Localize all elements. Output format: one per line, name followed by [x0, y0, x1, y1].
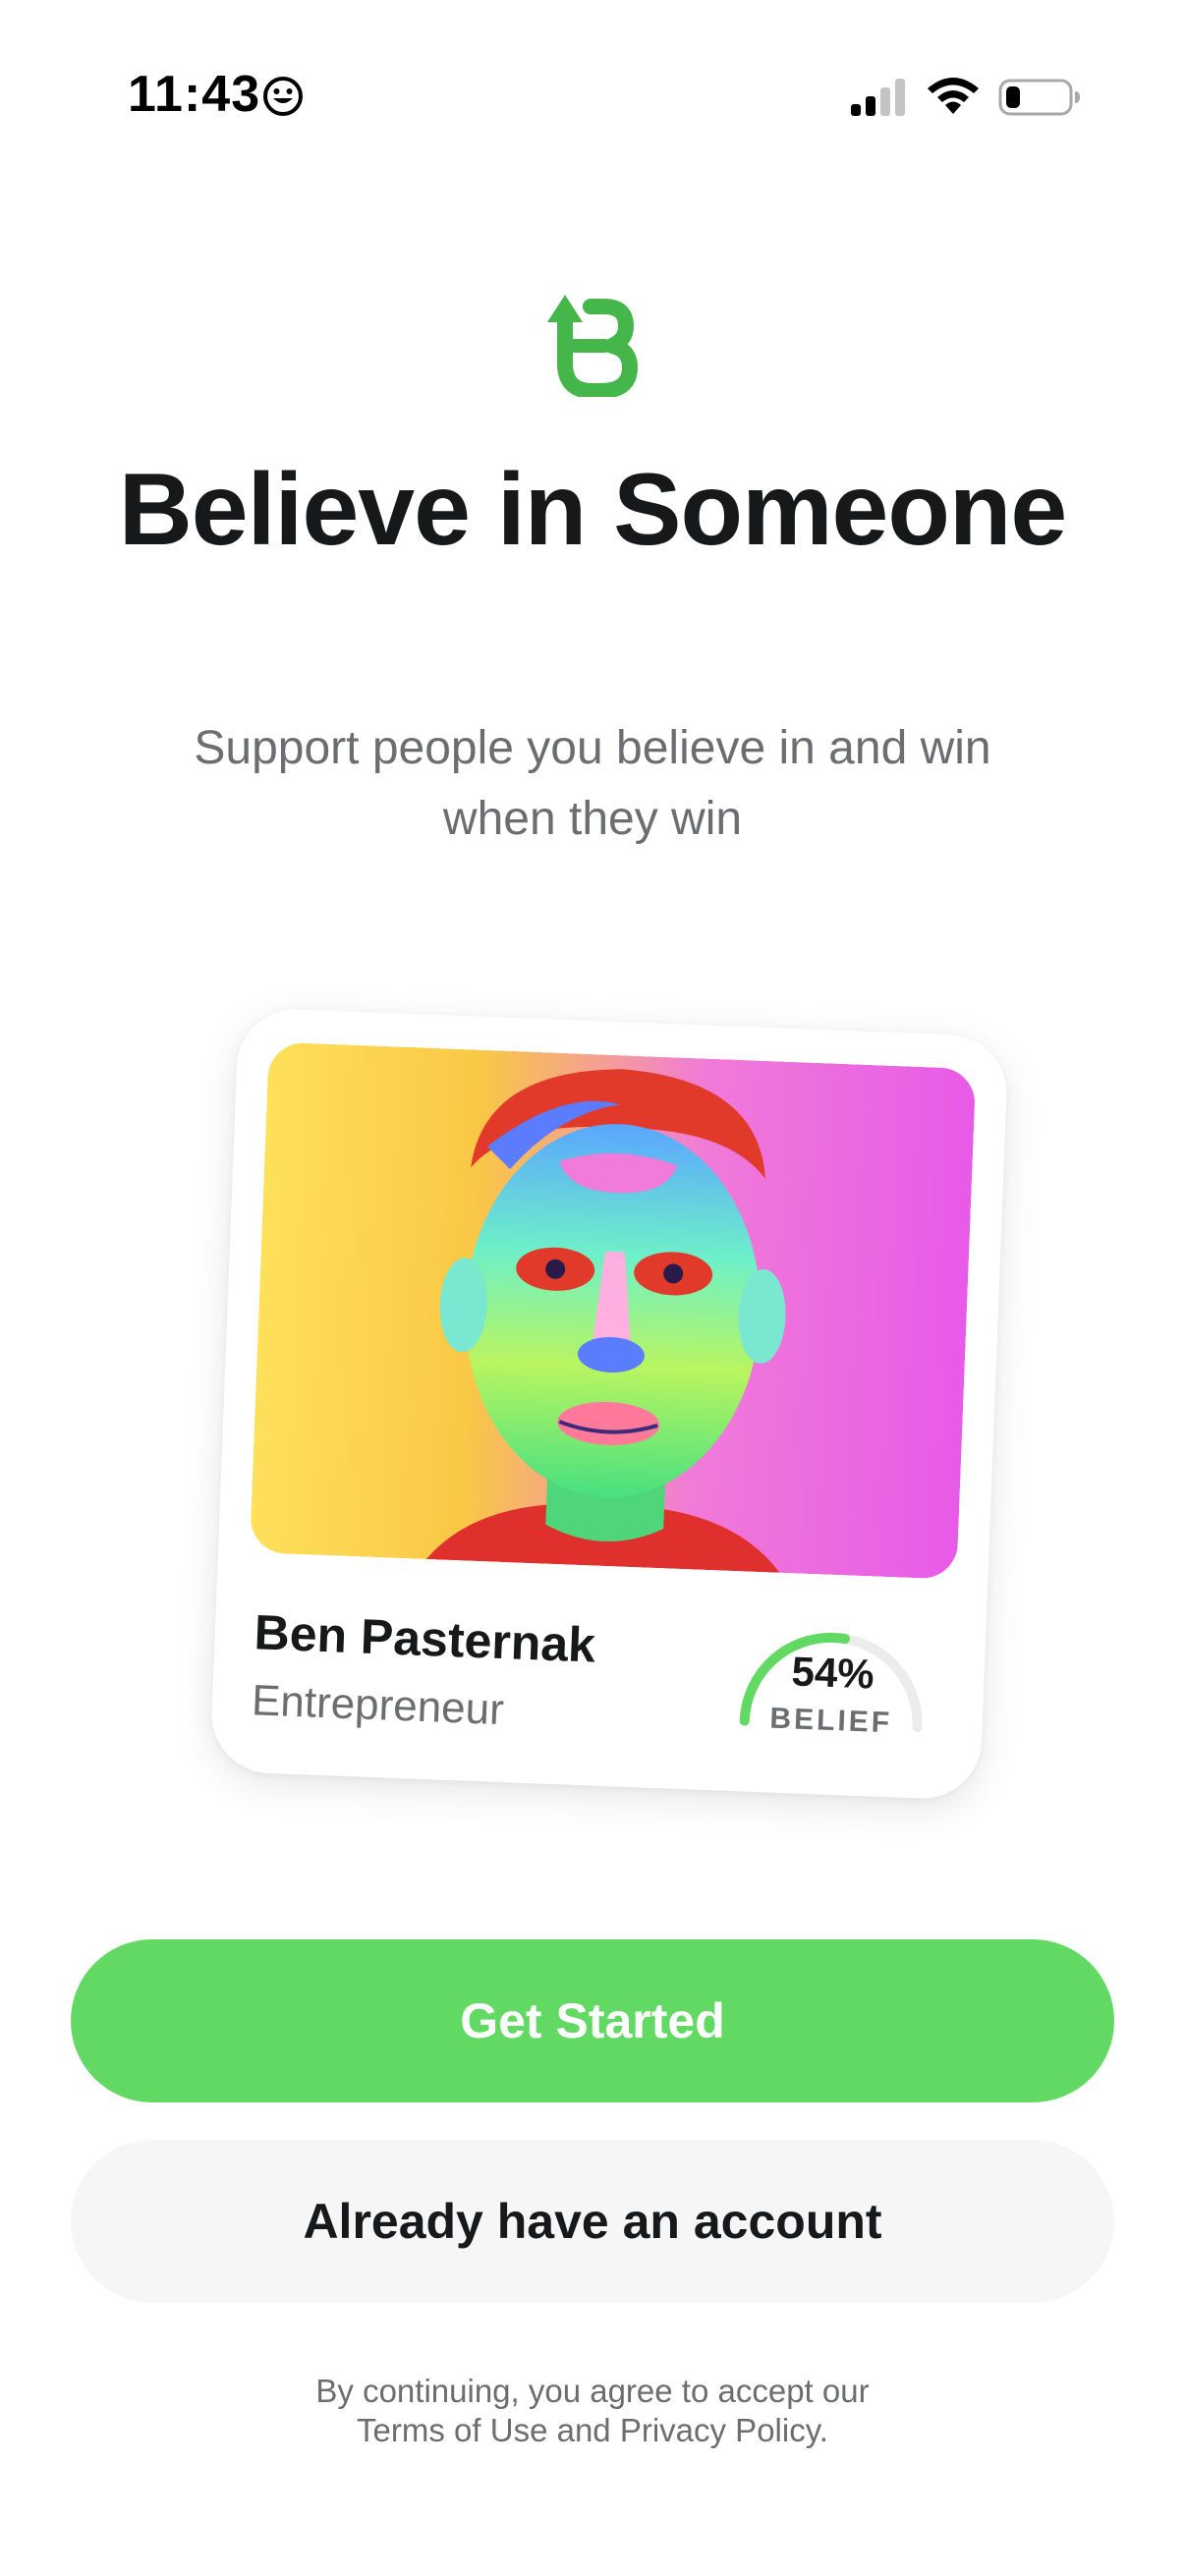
portrait-image	[249, 1041, 977, 1580]
get-started-button[interactable]: Get Started	[71, 1939, 1114, 2102]
sign-in-button[interactable]: Already have an account	[71, 2140, 1114, 2303]
believe-logo-icon	[547, 295, 638, 397]
profile-role: Entrepreneur	[251, 1676, 505, 1735]
page-title: Believe in Someone	[118, 453, 1068, 567]
smiley-icon	[263, 77, 303, 116]
legal-line-1: By continuing, you agree to accept our	[315, 2373, 870, 2409]
status-time: 11:43	[128, 66, 261, 123]
status-bar: 11:43	[0, 0, 1185, 196]
belief-percentage: 54%	[790, 1648, 875, 1698]
cellular-signal-icon	[851, 79, 905, 116]
legal-line-2: Terms of Use and Privacy Policy.	[0, 2411, 1185, 2450]
battery-icon	[998, 79, 1080, 116]
wifi-icon	[928, 78, 979, 114]
legal-period: .	[818, 2412, 828, 2448]
profile-card[interactable]: Ben Pasternak Entrepreneur 54% BELIEF	[209, 1007, 1009, 1801]
legal-and-text: and	[556, 2412, 611, 2448]
legal-notice: By continuing, you agree to accept our T…	[0, 2372, 1185, 2450]
page-subtitle: Support people you believe in and win wh…	[194, 722, 991, 845]
profile-name: Ben Pasternak	[253, 1604, 597, 1673]
terms-of-use-link[interactable]: Terms of Use	[357, 2412, 547, 2448]
profile-photo	[249, 1041, 977, 1580]
privacy-policy-link[interactable]: Privacy Policy	[620, 2412, 819, 2448]
